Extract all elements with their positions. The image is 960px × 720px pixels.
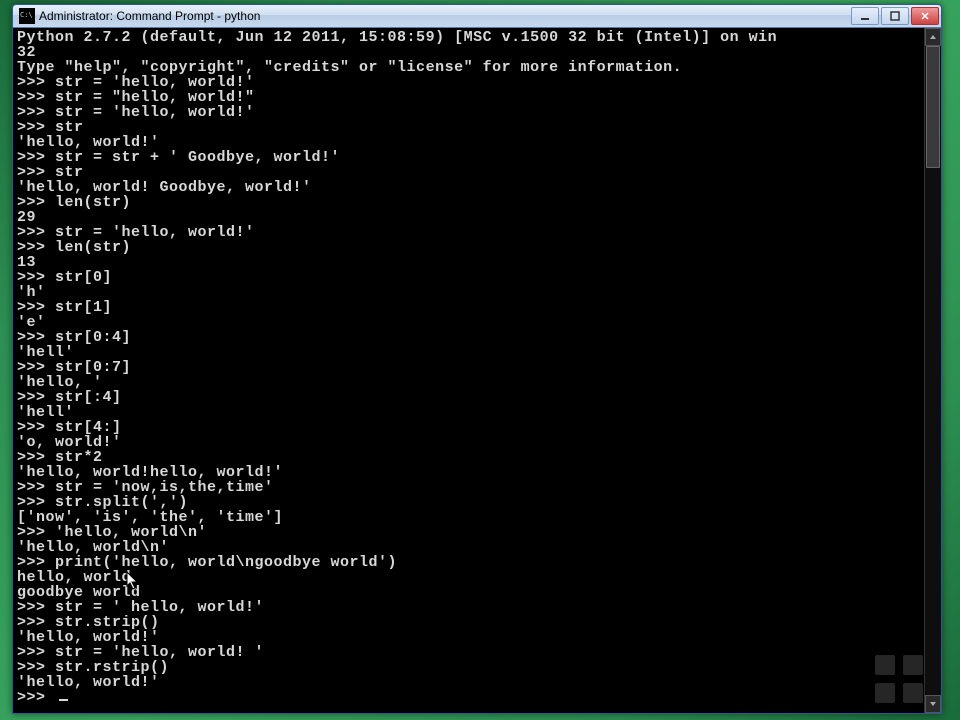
client-area: Python 2.7.2 (default, Jun 12 2011, 15:0… <box>13 28 941 713</box>
scroll-up-button[interactable] <box>925 28 941 46</box>
minimize-icon <box>860 11 870 21</box>
cmd-icon <box>19 8 35 24</box>
maximize-button[interactable] <box>881 7 909 25</box>
titlebar[interactable]: Administrator: Command Prompt - python <box>13 5 941 28</box>
close-icon <box>920 11 930 21</box>
command-prompt-window: Administrator: Command Prompt - python P… <box>12 4 942 714</box>
scroll-track[interactable] <box>925 46 941 695</box>
scroll-thumb[interactable] <box>926 46 940 168</box>
window-title: Administrator: Command Prompt - python <box>39 9 851 23</box>
close-button[interactable] <box>911 7 939 25</box>
minimize-button[interactable] <box>851 7 879 25</box>
terminal-output[interactable]: Python 2.7.2 (default, Jun 12 2011, 15:0… <box>13 28 924 713</box>
window-controls <box>851 7 939 25</box>
maximize-icon <box>890 11 900 21</box>
chevron-up-icon <box>929 34 937 40</box>
chevron-down-icon <box>929 701 937 707</box>
scroll-down-button[interactable] <box>925 695 941 713</box>
vertical-scrollbar[interactable] <box>924 28 941 713</box>
text-cursor <box>59 699 68 701</box>
